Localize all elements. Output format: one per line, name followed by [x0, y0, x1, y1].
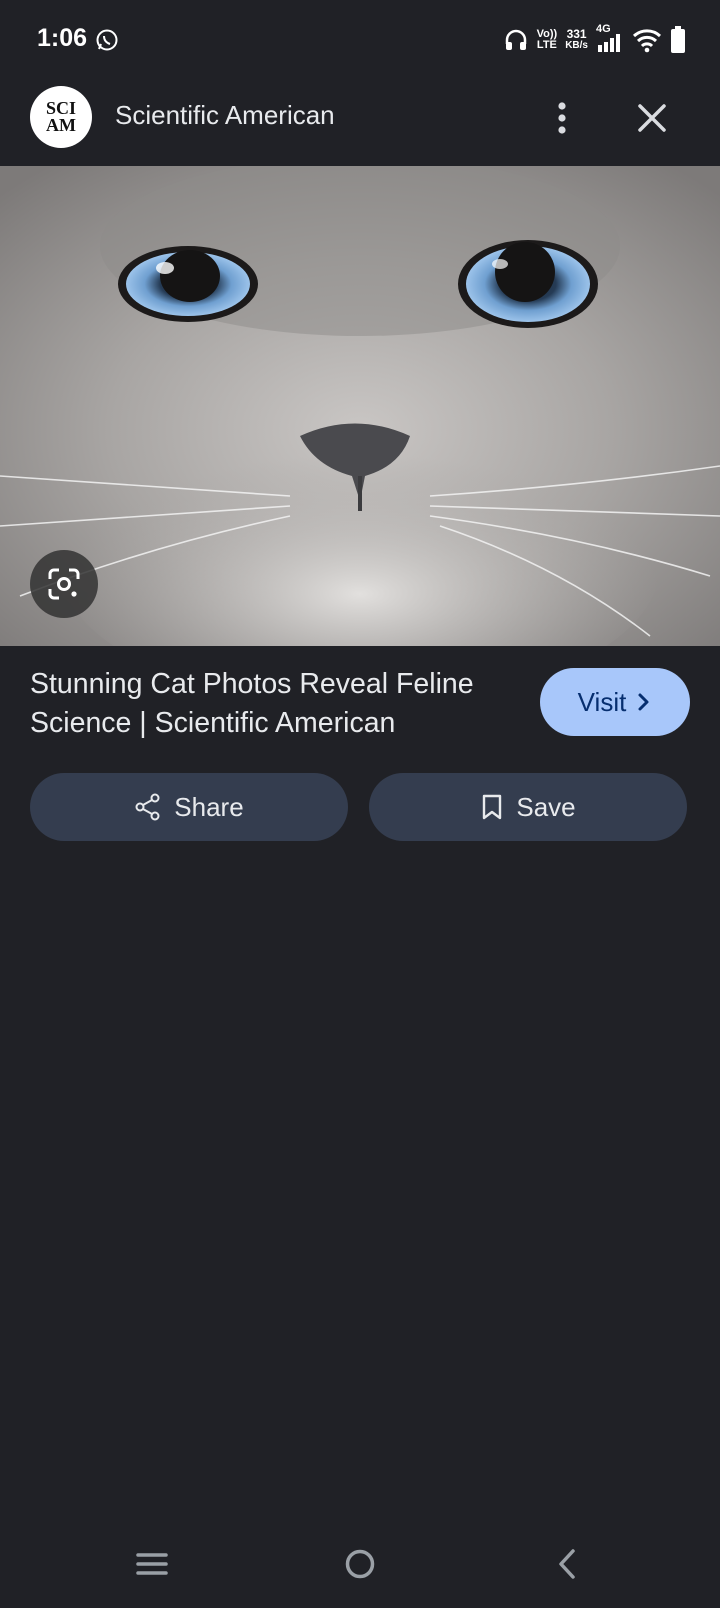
status-time: 1:06 [37, 24, 88, 52]
result-title[interactable]: Stunning Cat Photos Reveal Feline Scienc… [30, 665, 510, 743]
google-lens-icon [48, 568, 80, 600]
visit-button[interactable]: Visit [540, 668, 690, 736]
bookmark-icon [483, 794, 502, 820]
home-icon[interactable] [340, 1544, 380, 1584]
headphones-icon [505, 29, 526, 50]
cell-signal: 4G [596, 24, 624, 54]
header: SCI AM Scientific American [0, 80, 720, 166]
cat-photo [0, 166, 720, 646]
share-icon [135, 793, 160, 821]
status-icons: Vo)) LTE 331 KB/s 4G [503, 24, 686, 56]
whatsapp-icon [96, 29, 118, 51]
system-nav-bar [0, 1530, 720, 1608]
save-button[interactable]: Save [369, 773, 687, 841]
chevron-right-icon [638, 693, 649, 711]
share-button[interactable]: Share [30, 773, 348, 841]
result-image[interactable] [0, 166, 720, 646]
battery-icon [671, 26, 685, 53]
more-vert-icon[interactable] [544, 98, 580, 138]
signal-icon [598, 34, 620, 52]
wifi-icon [632, 29, 662, 53]
site-logo[interactable]: SCI AM [30, 86, 92, 148]
google-lens-button[interactable] [30, 550, 98, 618]
site-name[interactable]: Scientific American [115, 100, 335, 131]
status-bar: 1:06 Vo)) LTE 331 KB/s 4G [0, 0, 720, 80]
network-speed: 331 KB/s [565, 27, 588, 51]
close-icon[interactable] [632, 98, 672, 138]
back-icon[interactable] [548, 1544, 588, 1584]
volte-indicator: Vo)) LTE [536, 28, 558, 51]
menu-icon[interactable] [132, 1544, 172, 1584]
